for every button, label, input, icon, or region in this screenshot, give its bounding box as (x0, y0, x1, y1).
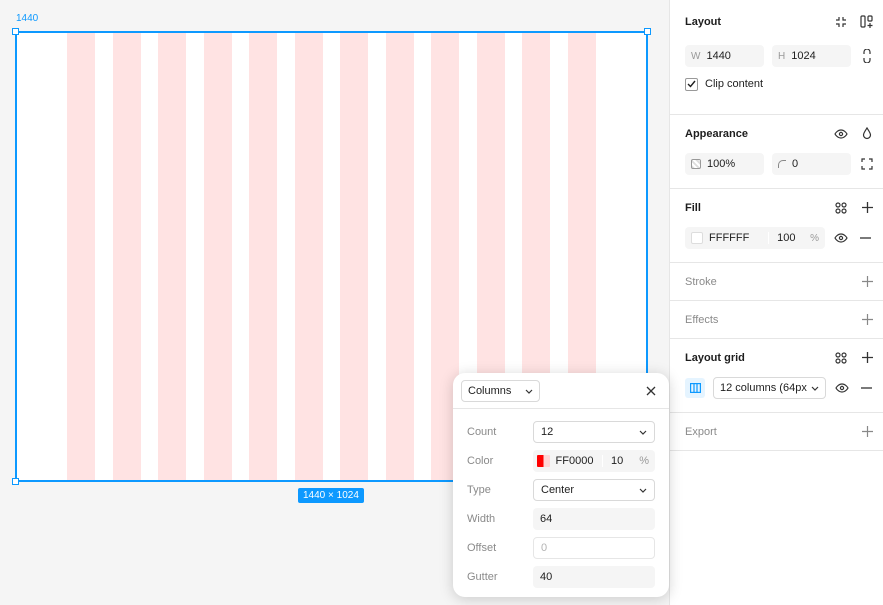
count-label: Count (467, 425, 497, 438)
resize-handle-top-right[interactable] (644, 28, 651, 35)
grid-settings-popup: Columns Count 12 Color FF0000 10 % Type … (453, 373, 669, 597)
grid-column (203, 33, 232, 480)
chevron-down-icon (525, 385, 533, 397)
fill-color-field[interactable]: FFFFFF 100 % (685, 227, 825, 249)
layout-title: Layout (685, 16, 722, 28)
export-section: Export (670, 413, 883, 451)
grid-visibility-eye-icon[interactable] (834, 380, 850, 396)
corner-radius-field[interactable]: 0 (772, 153, 851, 175)
frame-name-label[interactable]: 1440 (16, 13, 38, 24)
effects-section: Effects (670, 301, 883, 339)
stroke-title: Stroke (685, 275, 717, 288)
layout-grid-title: Layout grid (685, 351, 745, 364)
constrain-proportions-icon[interactable] (859, 48, 875, 64)
width-value: 1440 (706, 50, 731, 62)
collapse-icon[interactable] (833, 14, 849, 30)
color-swatch[interactable] (537, 454, 550, 467)
grid-mode-select[interactable]: Columns (461, 379, 541, 402)
fill-percent: % (810, 232, 819, 244)
visibility-eye-icon[interactable] (833, 126, 849, 142)
height-value: 1024 (791, 50, 816, 62)
count-select[interactable]: 12 (533, 420, 655, 443)
blend-mode-drop-icon[interactable] (859, 126, 875, 142)
type-label: Type (467, 483, 491, 496)
offset-input[interactable]: 0 (533, 536, 655, 559)
height-field[interactable]: H 1024 (772, 45, 851, 67)
grid-column (112, 33, 141, 480)
grid-column (385, 33, 414, 480)
frame-size-badge: 1440 × 1024 (298, 488, 364, 503)
effects-title: Effects (685, 313, 719, 326)
independent-corners-icon[interactable] (859, 156, 875, 172)
auto-layout-icon[interactable] (859, 14, 875, 30)
resize-handle-bottom-left[interactable] (12, 478, 19, 485)
opacity-icon (691, 159, 701, 169)
type-value: Center (541, 483, 575, 496)
export-title: Export (685, 425, 717, 438)
fill-visibility-eye-icon[interactable] (833, 230, 849, 246)
appearance-section: Appearance 100% 0 (670, 115, 883, 189)
grid-type-select[interactable]: 12 columns (64px) (713, 377, 826, 399)
color-percent: % (639, 454, 649, 467)
add-export-icon[interactable] (859, 424, 875, 440)
appearance-title: Appearance (685, 127, 748, 140)
width-field[interactable]: W 1440 (685, 45, 764, 67)
fill-swatch[interactable] (691, 232, 703, 244)
chevron-down-icon (639, 484, 647, 496)
grid-column (158, 33, 186, 480)
type-select[interactable]: Center (533, 478, 655, 501)
chevron-down-icon (811, 382, 819, 394)
layout-section: Layout W 1440 H 1024 Clip content (670, 0, 883, 115)
color-opacity[interactable]: 10 (602, 454, 633, 467)
add-stroke-icon[interactable] (859, 274, 875, 290)
close-icon[interactable] (643, 383, 659, 399)
gutter-label: Gutter (467, 570, 498, 583)
fill-opacity[interactable]: 100 (768, 232, 804, 244)
width-prefix: W (691, 50, 701, 62)
clip-content-checkbox[interactable] (685, 77, 698, 91)
column-width-input[interactable]: 64 (533, 507, 655, 530)
grid-column (249, 33, 277, 480)
styles-grid-icon[interactable] (833, 200, 849, 216)
stroke-section: Stroke (670, 263, 883, 301)
width-label: Width (467, 512, 496, 525)
grid-type-value: 12 columns (64px) (720, 382, 807, 394)
resize-handle-top-left[interactable] (12, 28, 19, 35)
opacity-field[interactable]: 100% (685, 153, 764, 175)
remove-fill-icon[interactable] (857, 230, 873, 246)
count-value: 12 (541, 425, 554, 438)
add-effect-icon[interactable] (859, 312, 875, 328)
grid-column (294, 33, 323, 480)
corner-radius-icon (778, 160, 786, 168)
add-fill-icon[interactable] (859, 200, 875, 216)
corner-radius-value: 0 (792, 158, 799, 170)
color-field[interactable]: FF0000 10 % (533, 449, 655, 472)
offset-label: Offset (467, 541, 497, 554)
opacity-value: 100% (707, 158, 736, 170)
layout-grid-section: Layout grid 12 columns (64px) (670, 339, 883, 413)
grid-mode-value: Columns (468, 384, 512, 397)
height-prefix: H (778, 50, 786, 62)
chevron-down-icon (639, 426, 647, 438)
fill-hex[interactable]: FFFFFF (709, 232, 762, 244)
color-label: Color (467, 454, 494, 467)
clip-content-label[interactable]: Clip content (705, 78, 763, 90)
gutter-input[interactable]: 40 (533, 565, 655, 588)
properties-panel: Layout W 1440 H 1024 Clip content Appear… (669, 0, 883, 605)
fill-title: Fill (685, 201, 701, 214)
grid-column (67, 33, 95, 480)
remove-grid-icon[interactable] (858, 380, 874, 396)
color-hex[interactable]: FF0000 (556, 455, 597, 467)
columns-grid-settings-icon[interactable] (685, 378, 705, 398)
grid-styles-icon[interactable] (833, 350, 849, 366)
grid-column (340, 33, 368, 480)
fill-section: Fill FFFFFF 100 % (670, 189, 883, 263)
add-grid-icon[interactable] (859, 350, 875, 366)
